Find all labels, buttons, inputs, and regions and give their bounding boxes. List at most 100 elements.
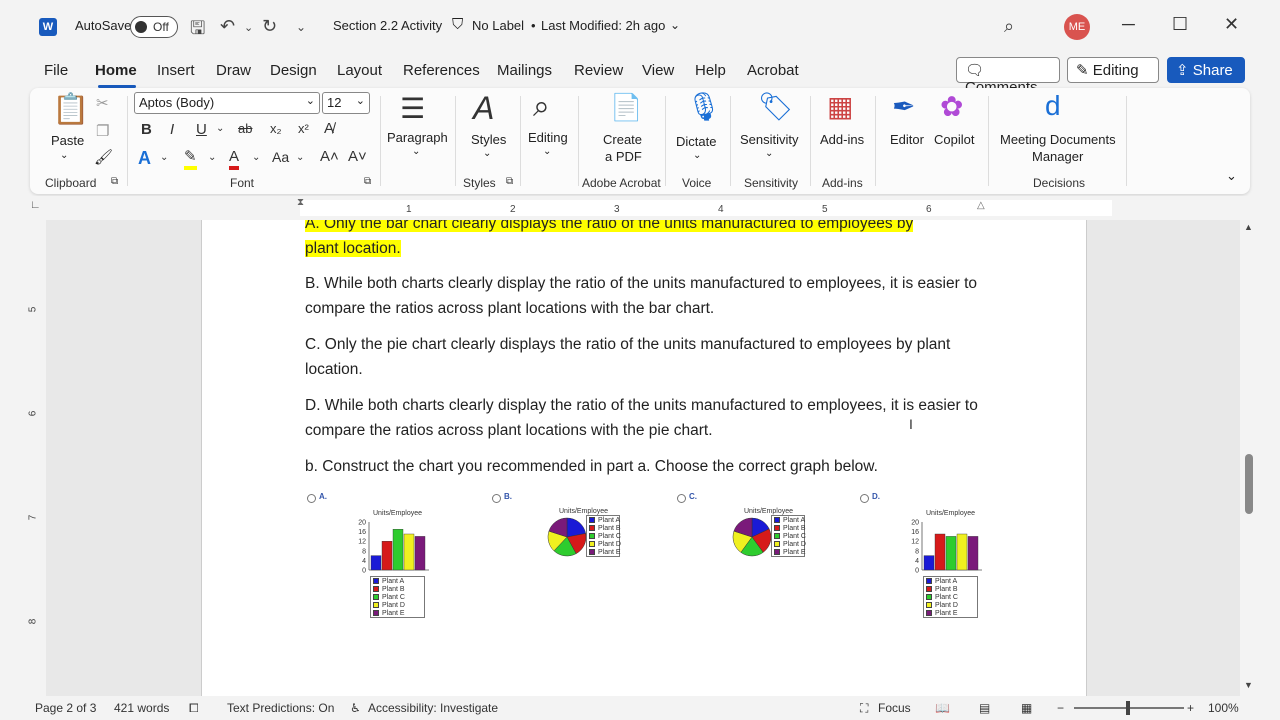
dialog-launcher-icon[interactable]: ⧉	[364, 176, 371, 187]
editor-icon[interactable]: ✒	[892, 90, 915, 123]
scroll-thumb[interactable]	[1245, 454, 1253, 514]
dictate-label[interactable]: Dictate	[676, 134, 716, 149]
proofing-icon[interactable]: ⧠	[189, 701, 199, 716]
scroll-down-icon[interactable]: ▼	[1244, 680, 1253, 690]
sensitivity-label[interactable]: Sensitivity	[740, 132, 799, 147]
dialog-launcher-icon[interactable]: ⧉	[506, 176, 513, 187]
tab-file[interactable]: File	[44, 62, 68, 79]
zoom-level[interactable]: 100%	[1208, 701, 1239, 715]
document-title[interactable]: Section 2.2 Activity	[333, 18, 442, 33]
meeting-label-line1[interactable]: Meeting Documents	[1000, 132, 1116, 147]
redo-icon[interactable]: ↻	[262, 16, 277, 37]
tab-help[interactable]: Help	[695, 62, 726, 79]
option-d[interactable]: D. Units/Employee 0 4 8 12 16 20 Plant A Plant…	[860, 492, 1000, 622]
web-layout-icon[interactable]: ▦	[1021, 701, 1032, 715]
paste-label[interactable]: Paste	[51, 133, 84, 148]
autosave-toggle[interactable]: Off	[130, 16, 178, 38]
editing-label[interactable]: Editing	[528, 130, 568, 145]
meeting-documents-icon[interactable]: d	[1045, 90, 1061, 122]
underline-dropdown-icon[interactable]: ⌄	[216, 123, 224, 134]
styles-icon[interactable]: A	[473, 90, 494, 127]
font-color-dropdown-icon[interactable]: ⌄	[252, 152, 260, 163]
grow-font-icon[interactable]: A˄	[320, 148, 339, 165]
option-c-radio[interactable]	[677, 494, 686, 503]
maximize-icon[interactable]: ☐	[1172, 14, 1188, 35]
tab-mailings[interactable]: Mailings	[497, 62, 552, 79]
shrink-font-icon[interactable]: A˅	[348, 148, 367, 165]
editing-mode-button[interactable]: ✎ Editing ⌄	[1067, 57, 1159, 95]
option-b[interactable]: B. Units/Employee Plant A Plant B Plant CP…	[492, 492, 632, 572]
zoom-slider[interactable]	[1074, 701, 1184, 715]
sensitivity-icon[interactable]: 🏷	[758, 90, 794, 123]
part-b-question[interactable]: b. Construct the chart you recommended i…	[305, 455, 985, 480]
copy-icon[interactable]: ❐	[96, 122, 109, 140]
focus-icon[interactable]: ⛶	[860, 701, 868, 716]
dialog-launcher-icon[interactable]: ⧉	[111, 176, 118, 187]
font-color-icon[interactable]: A	[229, 148, 240, 170]
copilot-label[interactable]: Copilot	[934, 132, 974, 147]
create-pdf-icon[interactable]: 📄	[610, 92, 642, 123]
collapse-ribbon-icon[interactable]: ⌄	[1226, 168, 1237, 184]
tab-acrobat[interactable]: Acrobat	[747, 62, 799, 79]
italic-button[interactable]: I	[170, 121, 174, 138]
cut-icon[interactable]: ✂	[96, 94, 109, 112]
comments-button[interactable]: 🗨 Comments	[956, 57, 1060, 96]
sensitivity-dropdown-icon[interactable]: ⌄	[765, 148, 773, 159]
minimize-icon[interactable]: ─	[1122, 14, 1135, 35]
subscript-button[interactable]: x₂	[270, 121, 282, 136]
meeting-label-line2[interactable]: Manager	[1032, 149, 1083, 164]
text-predictions[interactable]: Text Predictions: On	[227, 701, 334, 715]
text-effects-icon[interactable]: A	[138, 148, 151, 169]
tab-review[interactable]: Review	[574, 62, 623, 79]
indent-marker-icon[interactable]: ⧗	[297, 197, 304, 208]
read-mode-icon[interactable]: 📖	[935, 701, 950, 715]
microphone-icon[interactable]: 🎙	[686, 90, 722, 123]
bold-button[interactable]: B	[141, 121, 152, 138]
option-a[interactable]: A. Units/Employee 0 4 8 12 16 20 Plant A Plant…	[307, 492, 447, 622]
word-count[interactable]: 421 words	[114, 701, 169, 715]
accessibility-status[interactable]: Accessibility: Investigate	[368, 701, 498, 715]
save-icon[interactable]: 🖫	[190, 16, 205, 46]
clear-formatting-icon[interactable]: A̸	[324, 120, 334, 137]
tab-design[interactable]: Design	[270, 62, 317, 79]
addins-icon[interactable]: ▦	[827, 90, 853, 123]
tab-layout[interactable]: Layout	[337, 62, 382, 79]
right-indent-marker-icon[interactable]: △	[977, 200, 985, 211]
zoom-slider-thumb[interactable]	[1126, 701, 1130, 715]
superscript-button[interactable]: x²	[298, 121, 309, 136]
paragraph-dropdown-icon[interactable]: ⌄	[412, 146, 420, 157]
tab-home[interactable]: Home	[95, 62, 137, 79]
dictate-dropdown-icon[interactable]: ⌄	[693, 150, 701, 161]
change-case-icon[interactable]: Aa	[272, 149, 289, 165]
answer-a[interactable]: A. Only the bar chart clearly displays t…	[305, 220, 985, 261]
last-modified[interactable]: Last Modified: 2h ago	[541, 18, 665, 33]
search-icon[interactable]: ⌕	[1004, 16, 1014, 37]
paragraph-label[interactable]: Paragraph	[387, 130, 448, 145]
tab-selector-icon[interactable]: ∟	[30, 199, 41, 211]
paragraph-icon[interactable]: ☰	[400, 92, 425, 125]
ruler-track[interactable]: 1 2 3 4 5 6 ⧗ △	[297, 197, 1112, 216]
addins-label[interactable]: Add-ins	[820, 132, 864, 147]
option-a-radio[interactable]	[307, 494, 316, 503]
styles-label[interactable]: Styles	[471, 132, 506, 147]
print-layout-icon[interactable]: ▤	[979, 701, 990, 715]
editing-dropdown-icon[interactable]: ⌄	[543, 146, 551, 157]
text-effects-dropdown-icon[interactable]: ⌄	[160, 152, 168, 163]
share-button[interactable]: ⇪ Share ⌄	[1167, 57, 1245, 95]
scroll-up-icon[interactable]: ▲	[1244, 222, 1253, 232]
focus-label[interactable]: Focus	[878, 701, 911, 715]
option-b-radio[interactable]	[492, 494, 501, 503]
option-c[interactable]: C. Units/Employee Plant A Plant B Plant CP…	[677, 492, 817, 572]
zoom-out-icon[interactable]: −	[1057, 701, 1064, 715]
accessibility-icon[interactable]: ♿	[350, 701, 361, 715]
underline-button[interactable]: U	[196, 121, 207, 138]
tab-references[interactable]: References	[403, 62, 480, 79]
styles-dropdown-icon[interactable]: ⌄	[483, 148, 491, 159]
zoom-in-icon[interactable]: +	[1187, 701, 1194, 715]
undo-icon[interactable]: ↶	[220, 16, 235, 37]
document-page[interactable]: A. Only the bar chart clearly displays t…	[201, 220, 1087, 696]
clipboard-icon[interactable]: 📋	[52, 92, 89, 127]
page-count[interactable]: Page 2 of 3	[35, 701, 96, 715]
highlight-dropdown-icon[interactable]: ⌄	[208, 152, 216, 163]
label-status[interactable]: No Label	[472, 18, 524, 33]
